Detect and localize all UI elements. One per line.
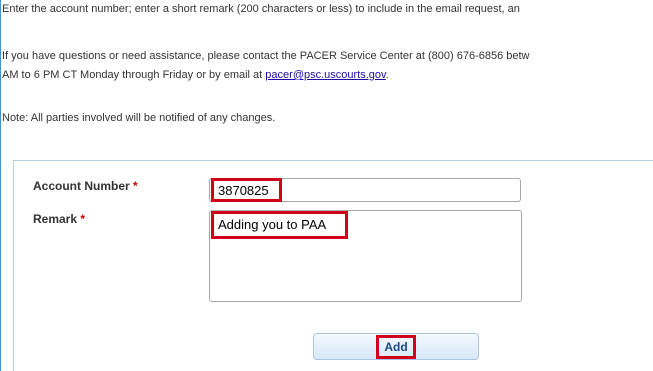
remark-textarea[interactable]: Adding you to PAA — [209, 210, 522, 302]
remark-label: Remark * — [33, 212, 85, 226]
required-marker: * — [80, 212, 86, 226]
note-line: Note: All parties involved will be notif… — [2, 112, 276, 124]
account-number-input[interactable] — [209, 178, 521, 202]
pacer-add-account-page: Enter the account number; enter a short … — [0, 0, 653, 371]
contact-email-link[interactable]: pacer@psc.uscourts.gov — [265, 69, 385, 81]
account-number-label-text: Account Number — [33, 179, 130, 193]
instructions-line: Enter the account number; enter a short … — [2, 3, 520, 15]
add-button[interactable]: Add — [313, 333, 479, 360]
note-text: Note: All parties involved will be notif… — [2, 109, 275, 128]
account-number-label: Account Number * — [33, 179, 138, 193]
contact-line-1: If you have questions or need assistance… — [2, 50, 530, 62]
contact-info-text: If you have questions or need assistance… — [2, 47, 530, 85]
required-marker: * — [133, 179, 138, 193]
instructions-text: Enter the account number; enter a short … — [2, 0, 520, 19]
contact-line-2-prefix: AM to 6 PM CT Monday through Friday or b… — [2, 69, 266, 81]
remark-label-text: Remark — [33, 212, 78, 226]
contact-line-2-suffix: . — [385, 69, 389, 81]
